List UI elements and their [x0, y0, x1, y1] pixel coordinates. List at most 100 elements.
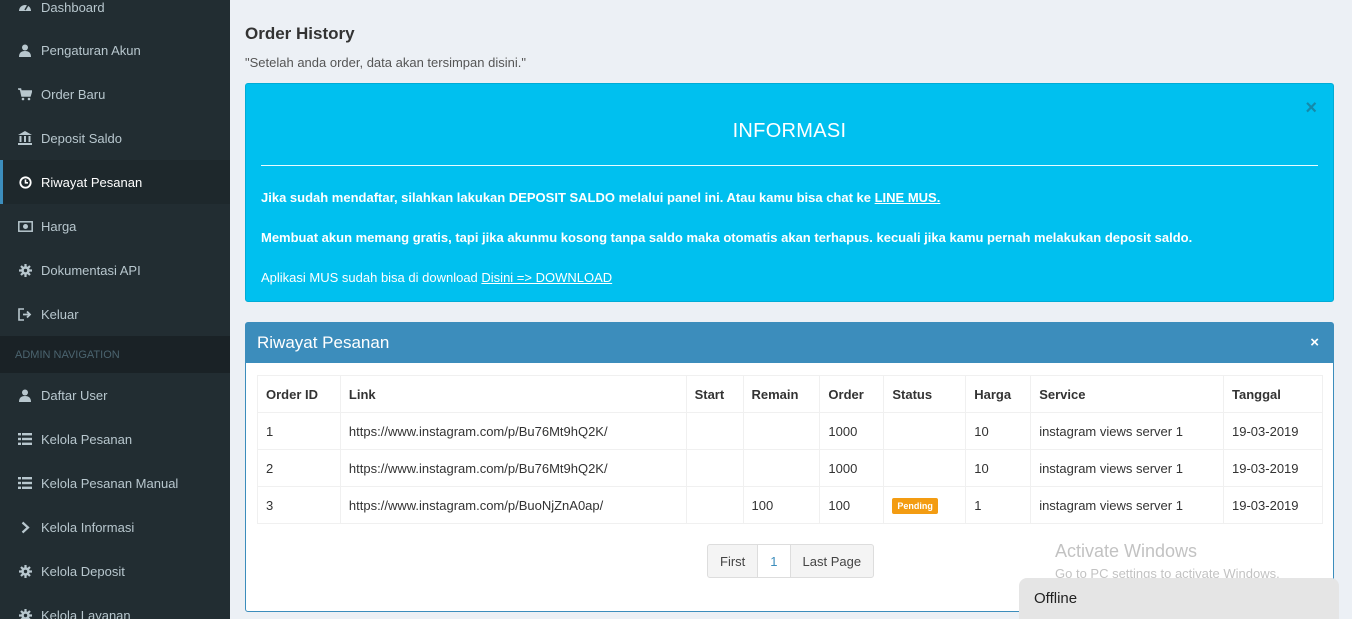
status-cell: Pending — [883, 486, 967, 524]
list-icon — [17, 431, 33, 447]
order-cell: 1000 — [819, 412, 885, 450]
sidebar-item-label: Riwayat Pesanan — [41, 174, 143, 190]
order-id-cell: 2 — [257, 449, 341, 487]
link-cell: https://www.instagram.com/p/BuoNjZnA0ap/ — [339, 486, 687, 524]
cart-icon — [17, 86, 33, 102]
info-title: INFORMASI — [732, 120, 847, 142]
info-line-3-text: Aplikasi MUS sudah bisa di download — [261, 270, 482, 285]
pagination-first-button[interactable]: First — [707, 544, 759, 578]
close-icon[interactable]: × — [1305, 98, 1317, 118]
order-cell: 100 — [819, 486, 885, 524]
tanggal-cell: 19-03-2019 — [1223, 486, 1323, 524]
sidebar-item-label: Kelola Deposit — [41, 563, 125, 579]
sidebar-item-riwayat-pesanan[interactable]: Riwayat Pesanan — [0, 160, 230, 204]
sidebar-item-label: Kelola Pesanan — [41, 431, 133, 447]
sidebar-item-label: Kelola Informasi — [41, 519, 135, 535]
sidebar-item-label: Keluar — [41, 306, 79, 322]
sidebar-item-kelola-pesanan-manual[interactable]: Kelola Pesanan Manual — [0, 461, 230, 505]
sidebar-item-deposit-saldo[interactable]: Deposit Saldo — [0, 116, 230, 160]
status-cell — [883, 449, 967, 487]
column-header: Status — [883, 375, 967, 413]
sidebar-item-label: Dokumentasi API — [41, 262, 141, 278]
pagination-last-button[interactable]: Last Page — [789, 544, 875, 578]
page-title: Order History — [245, 24, 355, 43]
list-icon — [17, 475, 33, 491]
gear-icon — [17, 262, 33, 278]
column-header: Start — [685, 375, 744, 413]
chat-offline-tab[interactable]: Offline — [1019, 578, 1339, 619]
order-id-cell: 3 — [257, 486, 341, 524]
service-cell: instagram views server 1 — [1030, 486, 1225, 524]
start-cell — [685, 449, 744, 487]
table-row: 1 https://www.instagram.com/p/Bu76Mt9hQ2… — [257, 412, 1323, 450]
chevron-right-icon — [17, 519, 33, 535]
column-header: Link — [339, 375, 687, 413]
sidebar-item-label: Kelola Pesanan Manual — [41, 475, 179, 491]
info-alert: × INFORMASI Jika sudah mendaftar, silahk… — [245, 83, 1334, 302]
sidebar-item-label: Dashboard — [41, 0, 105, 15]
close-icon[interactable]: × — [1310, 334, 1319, 351]
line-mus-link[interactable]: LINE MUS. — [875, 190, 941, 205]
watermark-title: Activate Windows — [1055, 541, 1198, 561]
column-header: Remain — [742, 375, 821, 413]
table-row: 3 https://www.instagram.com/p/BuoNjZnA0a… — [257, 486, 1323, 524]
sidebar-item-kelola-informasi[interactable]: Kelola Informasi — [0, 505, 230, 549]
sidebar-item-label: Order Baru — [41, 86, 106, 102]
activate-windows-watermark: Activate Windows Go to PC settings to ac… — [1055, 541, 1280, 581]
column-header: Tanggal — [1223, 375, 1323, 413]
column-header: Service — [1030, 375, 1225, 413]
dashboard-icon — [17, 0, 33, 15]
start-cell — [685, 412, 744, 450]
sidebar-item-kelola-pesanan[interactable]: Kelola Pesanan — [0, 417, 230, 461]
sidebar-item-kelola-layanan[interactable]: Kelola Layanan — [0, 593, 230, 619]
column-header: Harga — [965, 375, 1032, 413]
sidebar-item-keluar[interactable]: Keluar — [0, 292, 230, 336]
box-title: Riwayat Pesanan — [257, 333, 390, 352]
sidebar-item-daftar-user[interactable]: Daftar User — [0, 373, 230, 417]
sidebar-item-label: Harga — [41, 218, 77, 234]
pagination-page-1[interactable]: 1 — [757, 544, 791, 578]
sidebar-item-label: Kelola Layanan — [41, 607, 131, 619]
info-line-1: Jika sudah mendaftar, silahkan lakukan D… — [261, 190, 940, 205]
sidebar-item-kelola-deposit[interactable]: Kelola Deposit — [0, 549, 230, 593]
line-mus-link-label: LINE MUS. — [874, 190, 941, 205]
order-cell: 1000 — [819, 449, 885, 487]
box-header: Riwayat Pesanan × — [246, 323, 1333, 363]
info-line-3: Aplikasi MUS sudah bisa di download Disi… — [261, 270, 612, 285]
harga-cell: 10 — [965, 449, 1032, 487]
divider — [261, 165, 1318, 166]
tanggal-cell: 19-03-2019 — [1223, 412, 1323, 450]
column-header: Order — [819, 375, 885, 413]
remain-cell — [742, 412, 821, 450]
column-header: Order ID — [257, 375, 341, 413]
pagination: First 1 Last Page — [707, 544, 875, 578]
tanggal-cell: 19-03-2019 — [1223, 449, 1323, 487]
user-icon — [17, 42, 33, 58]
gear-icon — [17, 563, 33, 579]
start-cell — [685, 486, 744, 524]
money-icon — [17, 218, 33, 234]
sidebar-item-label: Daftar User — [41, 387, 108, 403]
sidebar-item-label: Pengaturan Akun — [41, 42, 141, 58]
harga-cell: 1 — [965, 486, 1032, 524]
clock-icon — [17, 174, 33, 190]
status-cell — [883, 412, 967, 450]
admin-navigation-header: ADMIN NAVIGATION — [0, 336, 230, 373]
remain-cell: 100 — [742, 486, 821, 524]
orders-table: Order ID Link Start Remain Order Status … — [257, 375, 1323, 524]
service-cell: instagram views server 1 — [1030, 449, 1225, 487]
info-line-2-text: Membuat akun memang gratis, tapi jika ak… — [261, 230, 1193, 245]
user-icon — [17, 387, 33, 403]
harga-cell: 10 — [965, 412, 1032, 450]
sidebar-item-dokumentasi-api[interactable]: Dokumentasi API — [0, 248, 230, 292]
table-row: 2 https://www.instagram.com/p/Bu76Mt9hQ2… — [257, 449, 1323, 487]
bank-icon — [17, 130, 33, 146]
sidebar-item-pengaturan-akun[interactable]: Pengaturan Akun — [0, 28, 230, 72]
sidebar-item-order-baru[interactable]: Order Baru — [0, 72, 230, 116]
sidebar-item-dashboard[interactable]: Dashboard — [0, 0, 230, 29]
table-header-row: Order ID Link Start Remain Order Status … — [257, 375, 1323, 413]
download-link[interactable]: Disini => DOWNLOAD — [481, 270, 612, 285]
info-line-1-text: Jika sudah mendaftar, silahkan lakukan D… — [261, 190, 875, 205]
sidebar-item-harga[interactable]: Harga — [0, 204, 230, 248]
service-cell: instagram views server 1 — [1030, 412, 1225, 450]
